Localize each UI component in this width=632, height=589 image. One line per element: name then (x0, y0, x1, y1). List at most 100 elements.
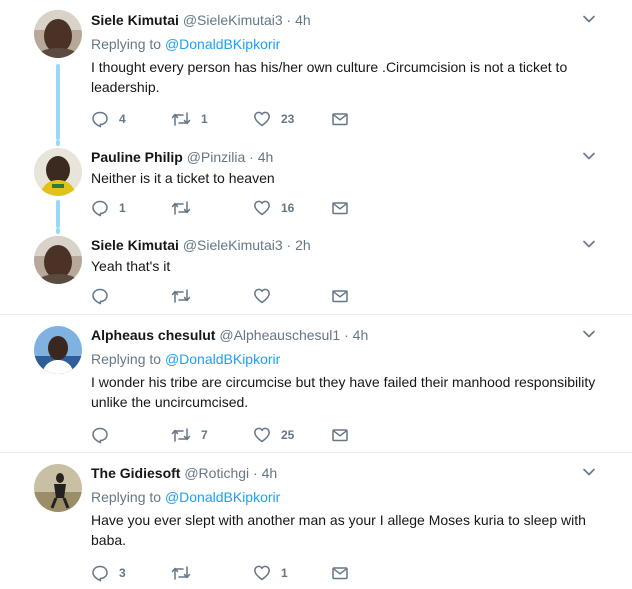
avatar-image (34, 464, 82, 512)
tweet-header: Pauline Philip @Pinzilia · 4h (91, 148, 602, 166)
timestamp[interactable]: 4h (353, 327, 369, 343)
tweet-actions (91, 286, 391, 306)
replying-to: Replying to @DonaldBKipkorir (91, 350, 602, 368)
tweet-text: I thought every person has his/her own c… (91, 59, 568, 95)
reply-button[interactable]: 3 (91, 563, 126, 583)
retweet-button[interactable]: 1 (171, 109, 208, 129)
mention-link[interactable]: @DonaldBKipkorir (165, 351, 280, 367)
direct-message-button[interactable] (331, 109, 349, 129)
display-name[interactable]: Alpheaus chesulut (91, 327, 215, 343)
thread-line (56, 140, 60, 146)
reply-button[interactable]: 4 (91, 109, 126, 129)
tweet-text: Yeah that's it (91, 258, 171, 274)
chevron-down-icon[interactable] (582, 327, 596, 341)
user-handle[interactable]: @Rotichgi (184, 465, 249, 481)
tweet-actions: 3 1 (91, 563, 391, 583)
heart-icon (254, 565, 270, 581)
separator-dot: · (286, 237, 292, 253)
avatar-image (34, 236, 82, 284)
user-handle[interactable]: @SieleKimutai3 (183, 12, 283, 28)
user-handle[interactable]: @Alpheauschesul1 (219, 327, 340, 343)
avatar[interactable] (34, 10, 82, 58)
reply-icon (92, 427, 108, 444)
reply-count: 3 (119, 566, 126, 580)
thread-line (56, 200, 60, 228)
tweet-text: I wonder his tribe are circumcise but th… (91, 374, 596, 410)
avatar[interactable] (34, 148, 82, 196)
like-count: 16 (281, 201, 295, 215)
tweet[interactable]: Siele Kimutai @SieleKimutai3 · 4h Replyi… (0, 0, 632, 140)
avatar-image (34, 148, 82, 196)
user-handle[interactable]: @SieleKimutai3 (183, 237, 283, 253)
display-name[interactable]: Siele Kimutai (91, 237, 179, 253)
tweet[interactable]: Siele Kimutai @SieleKimutai3 · 2h Yeah t… (0, 228, 632, 314)
envelope-icon (332, 202, 348, 215)
mention-link[interactable]: @DonaldBKipkorir (165, 36, 280, 52)
timestamp[interactable]: 4h (295, 12, 311, 28)
avatar-image (34, 10, 82, 58)
tweet-header: The Gidiesoft @Rotichgi · 4h (91, 464, 602, 482)
display-name[interactable]: The Gidiesoft (91, 465, 180, 481)
retweet-icon (171, 428, 191, 442)
separator-dot: · (249, 149, 254, 165)
heart-icon (254, 288, 270, 304)
chevron-down-icon[interactable] (582, 237, 596, 251)
reply-button[interactable] (91, 425, 119, 445)
timestamp[interactable]: 4h (258, 149, 274, 165)
direct-message-button[interactable] (331, 425, 349, 445)
timestamp[interactable]: 4h (262, 465, 278, 481)
mention-link[interactable]: @DonaldBKipkorir (165, 489, 280, 505)
reply-button[interactable]: 1 (91, 198, 126, 218)
like-count: 25 (281, 428, 295, 442)
envelope-icon (332, 567, 348, 580)
like-button[interactable]: 23 (253, 109, 294, 129)
replying-to: Replying to @DonaldBKipkorir (91, 35, 602, 53)
retweet-button[interactable]: 7 (171, 425, 208, 445)
reply-count: 4 (119, 112, 126, 126)
retweet-icon (171, 201, 191, 215)
direct-message-button[interactable] (331, 198, 349, 218)
chevron-down-icon[interactable] (582, 149, 596, 163)
avatar[interactable] (34, 236, 82, 284)
tweet-actions: 7 25 (91, 425, 391, 445)
tweet-text: Have you ever slept with another man as … (91, 512, 586, 548)
like-count: 1 (281, 566, 288, 580)
reply-button[interactable] (91, 286, 119, 306)
tweet[interactable]: The Gidiesoft @Rotichgi · 4h Replying to… (0, 453, 632, 589)
retweet-icon (171, 112, 191, 126)
tweet[interactable]: Alpheaus chesulut @Alpheauschesul1 · 4h … (0, 315, 632, 452)
reply-icon (92, 111, 108, 128)
tweet-text: Neither is it a ticket to heaven (91, 170, 275, 186)
replying-to: Replying to @DonaldBKipkorir (91, 488, 602, 506)
like-button[interactable] (253, 286, 281, 306)
heart-icon (254, 427, 270, 443)
direct-message-button[interactable] (331, 286, 349, 306)
reply-icon (92, 288, 108, 305)
separator-dot: · (253, 465, 258, 481)
avatar[interactable] (34, 326, 82, 374)
timestamp[interactable]: 2h (295, 237, 311, 253)
avatar-image (34, 326, 82, 374)
like-button[interactable]: 25 (253, 425, 294, 445)
display-name[interactable]: Siele Kimutai (91, 12, 179, 28)
retweet-button[interactable] (171, 563, 201, 583)
envelope-icon (332, 429, 348, 442)
retweet-button[interactable] (171, 286, 201, 306)
avatar[interactable] (34, 464, 82, 512)
reply-icon (92, 565, 108, 582)
like-button[interactable]: 1 (253, 563, 288, 583)
chevron-down-icon[interactable] (582, 12, 596, 26)
chevron-down-icon[interactable] (582, 465, 596, 479)
tweet[interactable]: Pauline Philip @Pinzilia · 4h Neither is… (0, 140, 632, 228)
user-handle[interactable]: @Pinzilia (187, 149, 246, 165)
like-count: 23 (281, 112, 295, 126)
tweet-header: Siele Kimutai @SieleKimutai3 · 4h (91, 11, 602, 29)
tweet-actions: 1 16 (91, 198, 391, 218)
retweet-count: 1 (201, 112, 208, 126)
like-button[interactable]: 16 (253, 198, 294, 218)
thread-line (56, 64, 60, 140)
thread-line (56, 228, 60, 234)
direct-message-button[interactable] (331, 563, 349, 583)
display-name[interactable]: Pauline Philip (91, 149, 183, 165)
retweet-button[interactable] (171, 198, 201, 218)
